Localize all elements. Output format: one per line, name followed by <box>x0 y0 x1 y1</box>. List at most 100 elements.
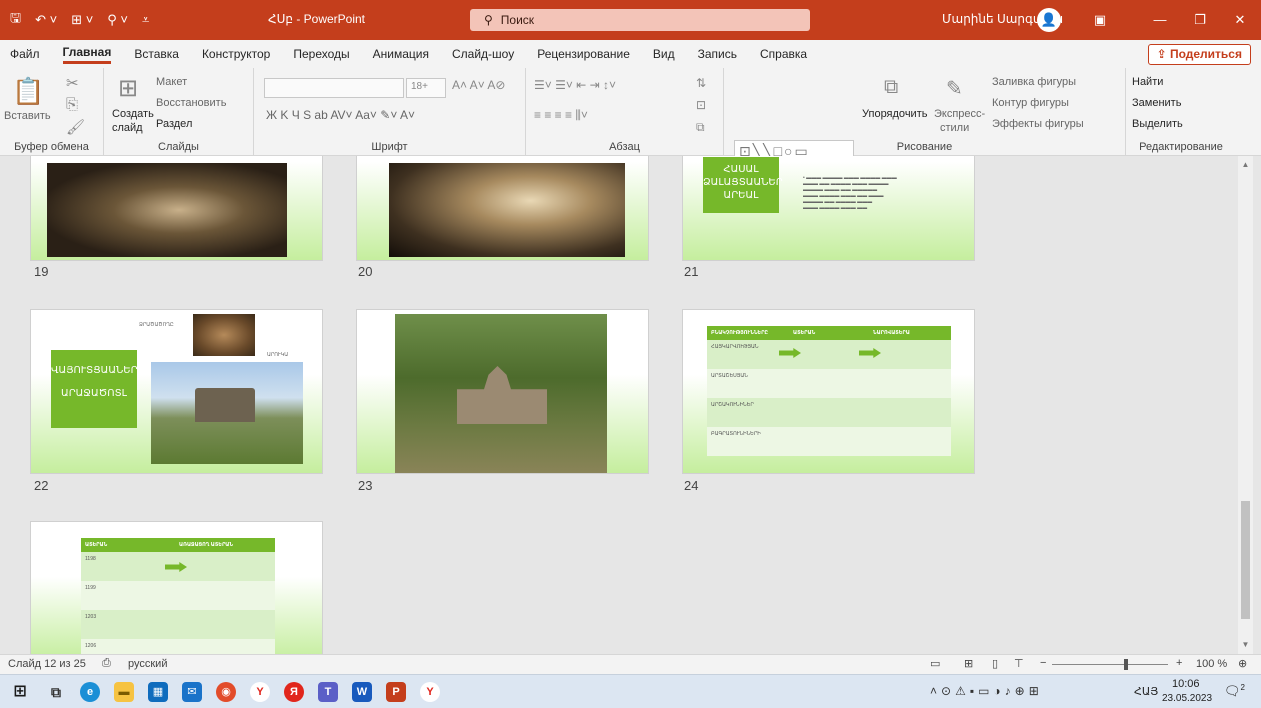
select-button[interactable]: Выделить <box>1132 118 1183 130</box>
tab-home[interactable]: Главная <box>62 45 112 64</box>
align-icons[interactable]: ≡ ≡ ≡ ≡ ⫼˅ <box>534 108 588 123</box>
slide-thumbnail-23[interactable] <box>356 309 649 474</box>
tab-record[interactable]: Запись <box>698 47 737 61</box>
close-icon[interactable]: ✕ <box>1220 0 1260 40</box>
teams-icon[interactable]: T <box>318 682 338 702</box>
reading-view-icon[interactable]: ▯ <box>992 657 998 670</box>
search-icon: ⚲ <box>484 13 493 27</box>
system-tray-icons[interactable]: ˄⊙⚠▪▭◑♪⊕⊞ <box>930 684 1043 698</box>
quick-styles-label-2[interactable]: стили <box>940 122 969 134</box>
shape-outline-button[interactable]: Контур фигуры <box>992 97 1069 109</box>
normal-view-icon[interactable]: ▭ <box>930 657 940 670</box>
yandex-app-icon[interactable]: Y <box>420 682 440 702</box>
arrange-label[interactable]: Упорядочить <box>862 108 927 120</box>
chrome-icon[interactable]: ◉ <box>216 682 236 702</box>
align-text-icon[interactable]: ⊡ <box>696 98 706 112</box>
slide-thumbnail-25[interactable]: ԱՏԵՐԱՆ ԱՌԱՋԱՑՈՂ ԱՏԵՐԱՆ 1198 1199 1203 12… <box>30 521 323 654</box>
replace-button[interactable]: Заменить <box>1132 97 1181 109</box>
font-size-combo[interactable]: 18+ <box>406 78 446 98</box>
reset-button[interactable]: Восстановить <box>156 97 226 109</box>
paste-icon[interactable]: 📋 <box>12 76 44 107</box>
tab-file[interactable]: Файл <box>10 47 40 61</box>
zoom-level[interactable]: 100 % <box>1196 658 1227 670</box>
quick-styles-icon[interactable]: ✎ <box>946 76 963 101</box>
customize-icon[interactable]: ⚲ ˅ <box>107 12 128 28</box>
sorter-view-icon[interactable]: ⊞ <box>964 657 973 670</box>
ribbon-display-icon[interactable]: ▣ <box>1080 0 1120 40</box>
window-title: ՀՍբ - PowerPoint <box>268 12 366 26</box>
save-icon[interactable]: 🖫 <box>10 9 21 31</box>
new-slide-icon[interactable]: ⊞ <box>118 74 138 103</box>
undo-icon[interactable]: ↶ ˅ <box>35 12 57 28</box>
edge-icon[interactable]: e <box>80 682 100 702</box>
word-icon[interactable]: W <box>352 682 372 702</box>
text-direction-icon[interactable]: ⇅ <box>696 76 706 90</box>
slide-thumbnail-22[interactable]: ՁՐԱԾԱԾՈՂԸ ԱՐՈՒԿԱ ՎԱՅՈՒՏՑԱԱՆԵՐ ԱՐԱՋԱԾՈՏԼ <box>30 309 323 474</box>
new-slide-label-2[interactable]: слайд <box>112 122 143 134</box>
slide-thumbnail-20[interactable] <box>356 156 649 261</box>
vertical-scrollbar[interactable]: ▲ ▼ <box>1238 156 1253 654</box>
avatar[interactable]: 👤 <box>1037 8 1061 32</box>
clock-date[interactable]: 23.05.2023 <box>1162 693 1212 704</box>
new-slide-label-1[interactable]: Создать <box>112 108 154 120</box>
bullet-text-block: • ▬▬▬ ▬▬▬▬ ▬▬▬ ▬▬▬▬ ▬▬▬ ▬▬▬ ▬▬ ▬▬▬▬ ▬▬▬ ▬… <box>803 175 897 211</box>
cut-icon[interactable]: ✂ <box>66 74 79 92</box>
store-icon[interactable]: ▦ <box>148 682 168 702</box>
share-button[interactable]: ⇪ Поделиться <box>1147 44 1251 65</box>
language-label[interactable]: русский <box>128 658 167 670</box>
fit-slide-icon[interactable]: ⊕ <box>1238 657 1247 670</box>
minimize-icon[interactable]: — <box>1140 0 1180 40</box>
slideshow-view-icon[interactable]: ⊤ <box>1014 657 1024 670</box>
slide-thumbnail-19[interactable] <box>30 156 323 261</box>
find-button[interactable]: Найти <box>1132 76 1163 88</box>
shape-fill-button[interactable]: Заливка фигуры <box>992 76 1076 88</box>
font-name-combo[interactable] <box>264 78 404 98</box>
paste-label[interactable]: Вставить <box>4 110 51 122</box>
yandex-browser-icon[interactable]: Я <box>284 682 304 702</box>
scroll-up-icon[interactable]: ▲ <box>1238 158 1253 172</box>
keyboard-language[interactable]: ՀԱՅ <box>1134 685 1158 698</box>
table-cell <box>789 398 869 427</box>
tab-animations[interactable]: Анимация <box>373 47 429 61</box>
zoom-out-icon[interactable]: − <box>1040 657 1046 669</box>
powerpoint-icon[interactable]: P <box>386 682 406 702</box>
notifications-icon[interactable]: 🗨2 <box>1224 683 1245 699</box>
tab-review[interactable]: Рецензирование <box>537 47 630 61</box>
tab-help[interactable]: Справка <box>760 47 807 61</box>
tab-insert[interactable]: Вставка <box>134 47 179 61</box>
tab-design[interactable]: Конструктор <box>202 47 270 61</box>
file-explorer-icon[interactable]: ▬ <box>114 682 134 702</box>
arrange-icon[interactable]: ⧉ <box>884 76 898 99</box>
list-icons[interactable]: ☰˅ ☰˅ ⇤ ⇥ ↕˅ <box>534 78 616 92</box>
clock-time[interactable]: 10:06 <box>1172 678 1200 690</box>
section-button[interactable]: Раздел <box>156 118 192 130</box>
mail-icon[interactable]: ✉ <box>182 682 202 702</box>
spellcheck-icon[interactable]: ⎙ <box>102 657 111 670</box>
shape-effects-button[interactable]: Эффекты фигуры <box>992 118 1084 130</box>
copy-icon[interactable]: ⎘ <box>66 96 78 113</box>
zoom-slider-track[interactable] <box>1052 664 1168 665</box>
slide-number-20: 20 <box>358 264 373 279</box>
quick-styles-label-1[interactable]: Экспресс- <box>934 108 985 120</box>
tab-transitions[interactable]: Переходы <box>293 47 349 61</box>
font-size-up-icon[interactable]: A˄ A˅ A⊘ <box>452 78 505 92</box>
layout-button[interactable]: Макет <box>156 76 187 88</box>
scroll-thumb[interactable] <box>1241 501 1250 619</box>
zoom-in-icon[interactable]: + <box>1176 657 1182 669</box>
windows-start-icon[interactable]: ⊞ <box>10 682 30 702</box>
slide-thumbnail-21[interactable]: ՀԱՍԱԼ ՁԱԼԱՑՏԱԱՆԵՐ ԱՐԵԱԼ • ▬▬▬ ▬▬▬▬ ▬▬▬ ▬… <box>682 156 975 261</box>
zoom-slider-thumb[interactable] <box>1124 659 1128 670</box>
font-format-icons[interactable]: Ж K Ч S ab AV˅ Aa˅ ✎˅ A˅ <box>266 108 415 122</box>
format-painter-icon[interactable]: 🖌 <box>66 118 85 136</box>
yandex-icon[interactable]: Y <box>250 682 270 702</box>
search-box[interactable]: ⚲ Поиск <box>470 9 810 31</box>
present-icon[interactable]: ⊞ ˅ <box>71 12 93 28</box>
smartart-icon[interactable]: ⧉ <box>696 120 705 135</box>
tab-slideshow[interactable]: Слайд-шоу <box>452 47 514 61</box>
more-icon[interactable]: ⩡ <box>142 12 149 28</box>
slide-thumbnail-24[interactable]: ԲՆԱԿՉՈՒԹՅՈՒՆՆԵՐԸ ԱՏԵՐԱՆ ՆԱՐՈՎԱՏԵՐԱ ՀԱՅԿԱ… <box>682 309 975 474</box>
task-view-icon[interactable]: ⧉ <box>46 682 66 702</box>
restore-icon[interactable]: ❐ <box>1180 0 1220 40</box>
scroll-down-icon[interactable]: ▼ <box>1238 638 1253 652</box>
tab-view[interactable]: Вид <box>653 47 675 61</box>
